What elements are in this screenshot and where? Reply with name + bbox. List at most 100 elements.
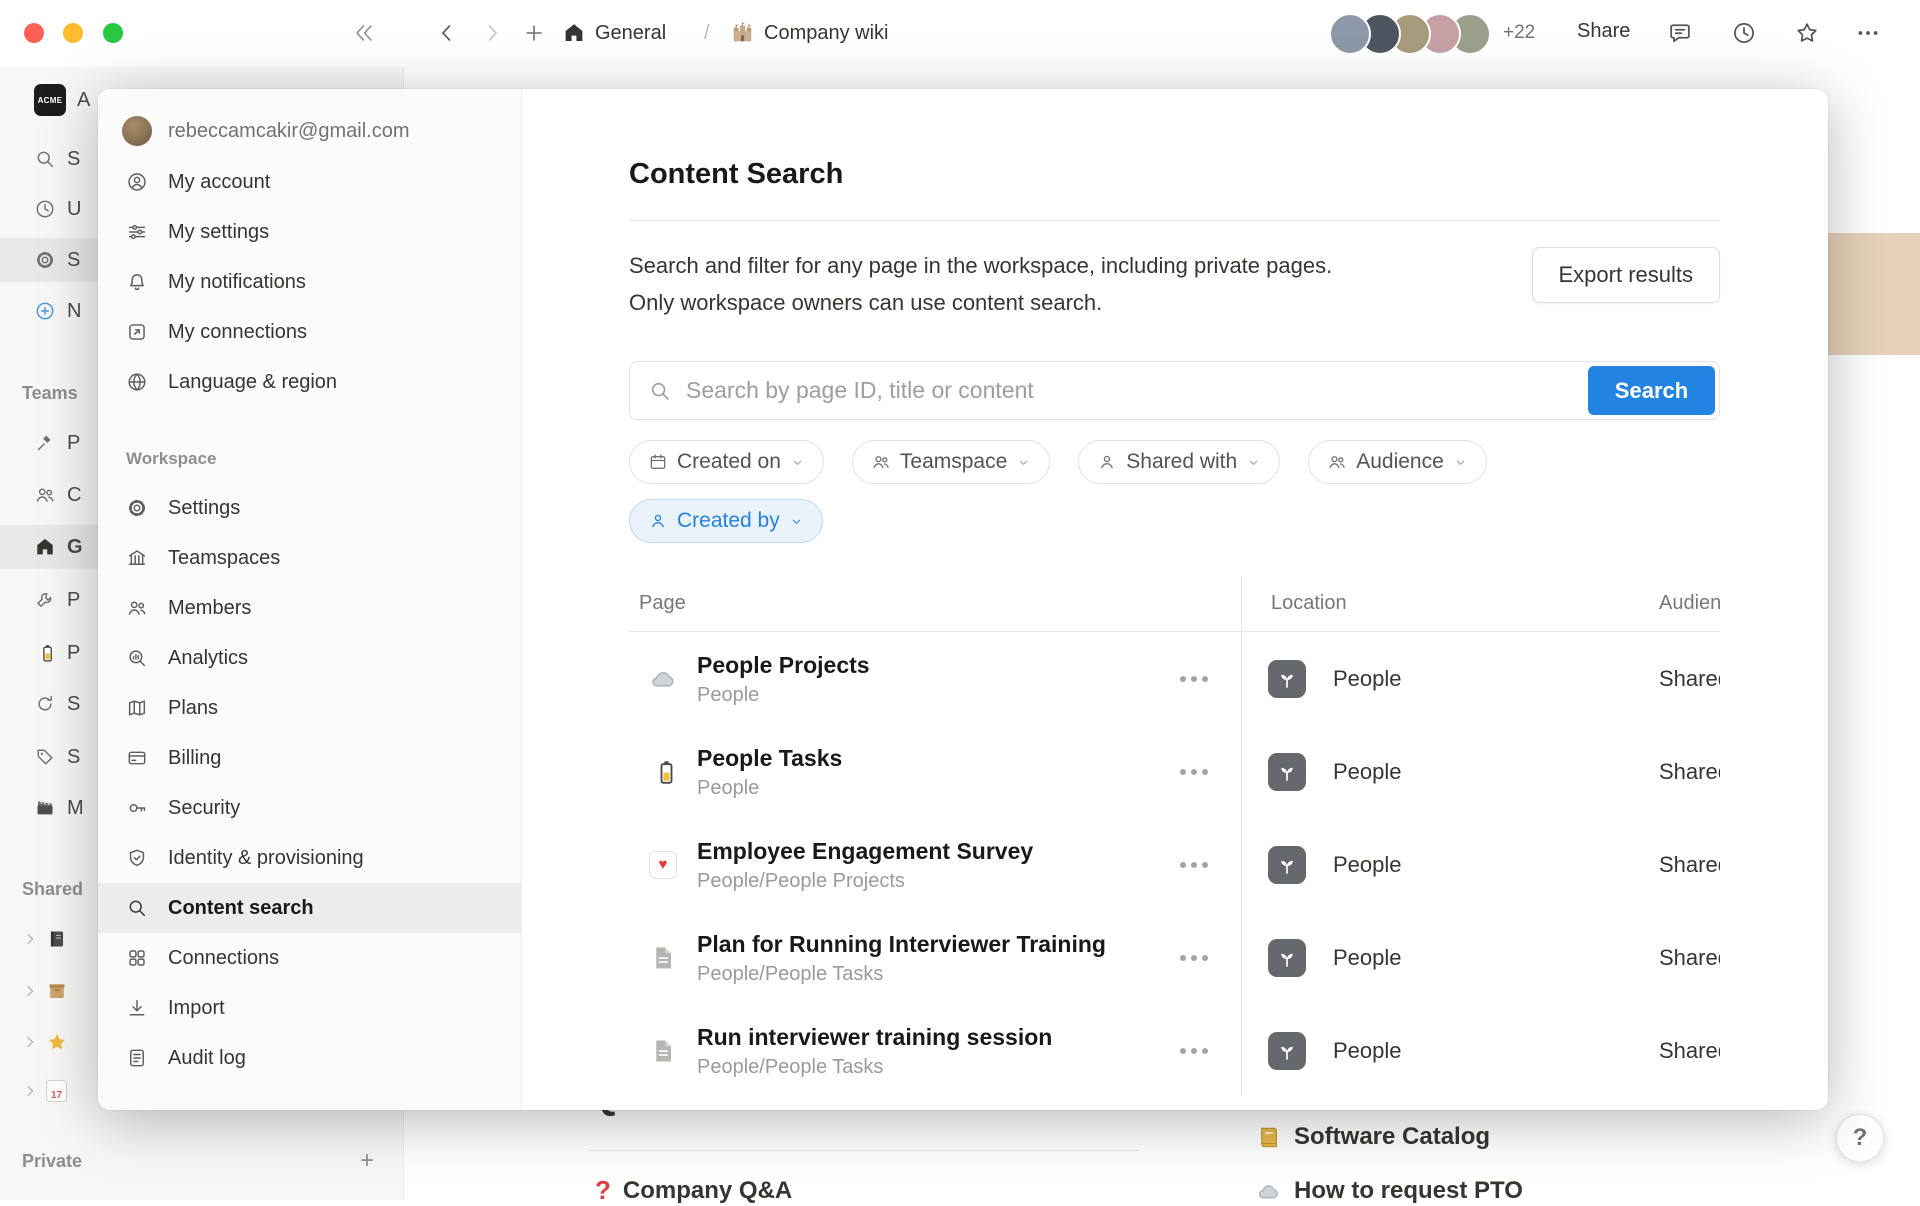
chevron-right-icon[interactable] xyxy=(22,931,38,947)
breadcrumb-item-general[interactable]: General xyxy=(562,15,666,51)
filter-teamspace[interactable]: Teamspace xyxy=(852,440,1050,484)
audience-value: Shared xyxy=(1659,818,1720,911)
table-row[interactable]: ♥ Employee Engagement Survey People/Peop… xyxy=(629,818,1720,911)
help-button[interactable]: ? xyxy=(1836,1114,1884,1162)
filter-created-on[interactable]: Created on xyxy=(629,440,824,484)
search-button[interactable]: Search xyxy=(1588,366,1715,415)
settings-item-my-notifications[interactable]: My notifications xyxy=(98,257,521,307)
breadcrumb-separator: / xyxy=(704,15,710,51)
table-row[interactable]: Plan for Running Interviewer Training Pe… xyxy=(629,911,1720,1004)
gear-icon xyxy=(126,497,148,519)
table-row[interactable]: Run interviewer training session People/… xyxy=(629,1004,1720,1097)
chevron-down-icon xyxy=(790,455,805,470)
search-input[interactable] xyxy=(629,361,1720,420)
settings-item-analytics[interactable]: Analytics xyxy=(98,633,521,683)
avatar[interactable] xyxy=(1329,13,1371,55)
settings-item-teamspaces[interactable]: Teamspaces xyxy=(98,533,521,583)
window-zoom-button[interactable] xyxy=(103,23,123,43)
search-box: Search xyxy=(629,361,1720,420)
chevron-right-icon[interactable] xyxy=(22,1034,38,1050)
row-menu-button[interactable] xyxy=(1174,949,1214,967)
page-title: Content Search xyxy=(629,155,1720,193)
filter-audience[interactable]: Audience xyxy=(1308,440,1487,484)
teamspace-icon xyxy=(1268,660,1306,698)
teamspace-icon xyxy=(1268,1032,1306,1070)
wrench-icon xyxy=(34,589,56,611)
comments-button[interactable] xyxy=(1662,15,1698,51)
more-options-button[interactable] xyxy=(1850,15,1886,51)
teamspace-label: C xyxy=(67,484,81,507)
chevron-down-icon xyxy=(1016,455,1031,470)
workspace-section-label: Workspace xyxy=(98,445,521,473)
page-link-software-catalog[interactable]: Software Catalog xyxy=(1255,1123,1490,1151)
battery-icon xyxy=(648,757,678,787)
window-minimize-button[interactable] xyxy=(63,23,83,43)
column-header-location: Location xyxy=(1241,576,1659,631)
new-tab-button[interactable] xyxy=(516,15,552,51)
table-row[interactable]: People Projects People People Shared xyxy=(629,632,1720,725)
account-header: rebeccamcakir@gmail.com xyxy=(98,113,521,149)
box-icon xyxy=(46,980,68,1002)
location-name: People xyxy=(1333,945,1402,971)
settings-item-content-search[interactable]: Content search xyxy=(98,883,521,933)
page-title: Employee Engagement Survey xyxy=(697,836,1033,866)
people-icon xyxy=(126,597,148,619)
page-title: Plan for Running Interviewer Training xyxy=(697,929,1106,959)
settings-item-language-region[interactable]: Language & region xyxy=(98,357,521,407)
chevron-right-icon[interactable] xyxy=(22,983,38,999)
settings-item-my-connections[interactable]: My connections xyxy=(98,307,521,357)
row-menu-button[interactable] xyxy=(1174,763,1214,781)
settings-item-billing[interactable]: Billing xyxy=(98,733,521,783)
collapse-sidebar-button[interactable] xyxy=(346,15,382,51)
settings-item-plans[interactable]: Plans xyxy=(98,683,521,733)
location-name: People xyxy=(1333,1038,1402,1064)
filter-created-by[interactable]: Created by xyxy=(629,499,823,543)
audience-value: Shared xyxy=(1659,632,1720,725)
export-results-button[interactable]: Export results xyxy=(1532,247,1721,303)
settings-item-identity-provisioning[interactable]: Identity & provisioning xyxy=(98,833,521,883)
results-table: Page Location Audience People Projects P… xyxy=(629,576,1720,1097)
people-icon xyxy=(1327,452,1347,472)
chevron-down-icon xyxy=(1246,455,1261,470)
settings-item-members[interactable]: Members xyxy=(98,583,521,633)
settings-item-my-settings[interactable]: My settings xyxy=(98,207,521,257)
column-header-page: Page xyxy=(629,592,1241,615)
page-path: People xyxy=(697,682,870,708)
settings-item-audit-log[interactable]: Audit log xyxy=(98,1033,521,1083)
settings-item-settings[interactable]: Settings xyxy=(98,483,521,533)
chevron-right-icon[interactable] xyxy=(22,1083,38,1099)
teamspace-icon xyxy=(1268,753,1306,791)
clock-icon xyxy=(34,198,56,220)
person-circle-icon xyxy=(126,171,148,193)
window-close-button[interactable] xyxy=(24,23,44,43)
settings-item-import[interactable]: Import xyxy=(98,983,521,1033)
filter-shared-with[interactable]: Shared with xyxy=(1078,440,1280,484)
globe-icon xyxy=(126,371,148,393)
breadcrumb-item-company-wiki[interactable]: Company wiki xyxy=(730,15,888,51)
favorite-star-button[interactable] xyxy=(1789,15,1825,51)
teamspace-label: G xyxy=(67,536,83,559)
page-path: People/People Projects xyxy=(697,868,1033,894)
person-icon xyxy=(1097,452,1117,472)
back-button[interactable] xyxy=(429,15,465,51)
table-row[interactable]: People Tasks People People Shared xyxy=(629,725,1720,818)
notebook-icon xyxy=(46,928,68,950)
castle-icon xyxy=(730,21,755,46)
settings-item-connections[interactable]: Connections xyxy=(98,933,521,983)
settings-item-my-account[interactable]: My account xyxy=(98,157,521,207)
chart-search-icon xyxy=(126,647,148,669)
forward-button[interactable] xyxy=(474,15,510,51)
settings-item-security[interactable]: Security xyxy=(98,783,521,833)
add-private-page-button[interactable]: + xyxy=(360,1147,374,1175)
row-menu-button[interactable] xyxy=(1174,856,1214,874)
share-button[interactable]: Share xyxy=(1577,20,1630,43)
avatar-overflow-count[interactable]: +22 xyxy=(1503,22,1535,44)
page-link-how-to-request-pto[interactable]: How to request PTO xyxy=(1255,1177,1523,1205)
table-header: Page Location Audience xyxy=(629,576,1720,632)
page-link-company-qa[interactable]: ? Company Q&A xyxy=(595,1175,792,1206)
workspace-logo: ACME xyxy=(34,84,66,116)
updates-clock-button[interactable] xyxy=(1726,15,1762,51)
row-menu-button[interactable] xyxy=(1174,670,1214,688)
page-path: People xyxy=(697,775,842,801)
row-menu-button[interactable] xyxy=(1174,1042,1214,1060)
